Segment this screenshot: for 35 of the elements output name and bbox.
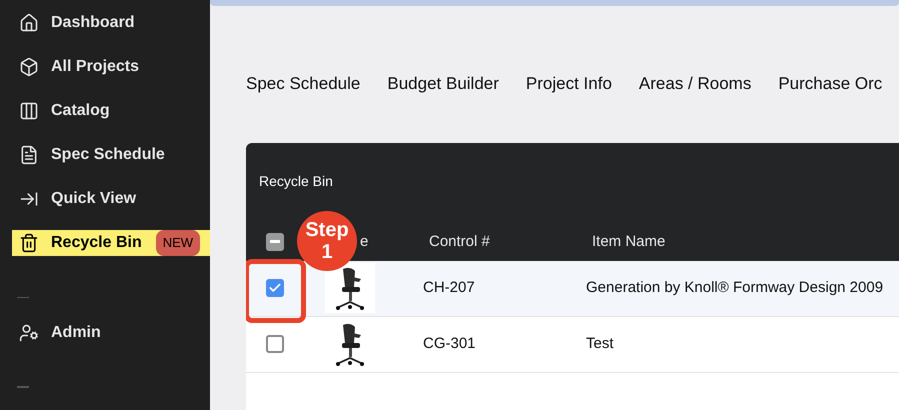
highlight-frame <box>246 258 306 322</box>
trash-icon <box>19 233 39 254</box>
document-icon <box>19 145 39 165</box>
home-icon <box>19 13 39 34</box>
sidebar-item[interactable]: Catalog <box>0 98 210 124</box>
tab[interactable]: Purchase Orc <box>778 71 882 96</box>
tab[interactable]: Spec Schedule <box>246 71 360 96</box>
table-row[interactable]: CG-301 Test <box>246 316 899 372</box>
table-row[interactable]: CH-207 Generation by Knoll® Formway Design 2009 <box>246 260 899 316</box>
minus-icon <box>270 240 280 244</box>
cube-icon <box>19 57 39 78</box>
sidebar-item[interactable]: Admin <box>0 320 210 346</box>
check-icon <box>268 281 282 295</box>
sidebar-item[interactable]: All Projects <box>0 54 210 80</box>
table-cell-text: Generation by Knoll® Formway Design 2009 <box>586 278 884 298</box>
sidebar-item[interactable]: Dashboard <box>0 11 210 36</box>
tab[interactable]: Budget Builder <box>387 71 499 96</box>
tab[interactable]: Project Info <box>526 71 612 96</box>
checkbox[interactable] <box>266 279 284 297</box>
user-gear-icon <box>19 322 39 343</box>
table-cell-text: Test <box>586 334 614 354</box>
table-cell-text: CG-301 <box>423 334 477 354</box>
tab[interactable]: Areas / Rooms <box>638 71 752 96</box>
column-header: Item Name <box>592 232 666 252</box>
table-title: Recycle Bin <box>259 172 334 191</box>
column-header: e <box>360 232 370 252</box>
sidebar-item[interactable]: Quick View <box>0 186 210 212</box>
column-header: Control # <box>429 232 491 252</box>
sidebar-item[interactable]: Recycle Bin NEW <box>12 230 210 256</box>
header-checkbox[interactable] <box>266 232 284 251</box>
new-badge: NEW <box>156 230 200 256</box>
checkbox[interactable] <box>266 335 284 353</box>
sidebar-item[interactable]: Spec Schedule <box>0 142 210 168</box>
table-cell-text: CH-207 <box>423 278 476 298</box>
columns-icon <box>19 101 39 122</box>
